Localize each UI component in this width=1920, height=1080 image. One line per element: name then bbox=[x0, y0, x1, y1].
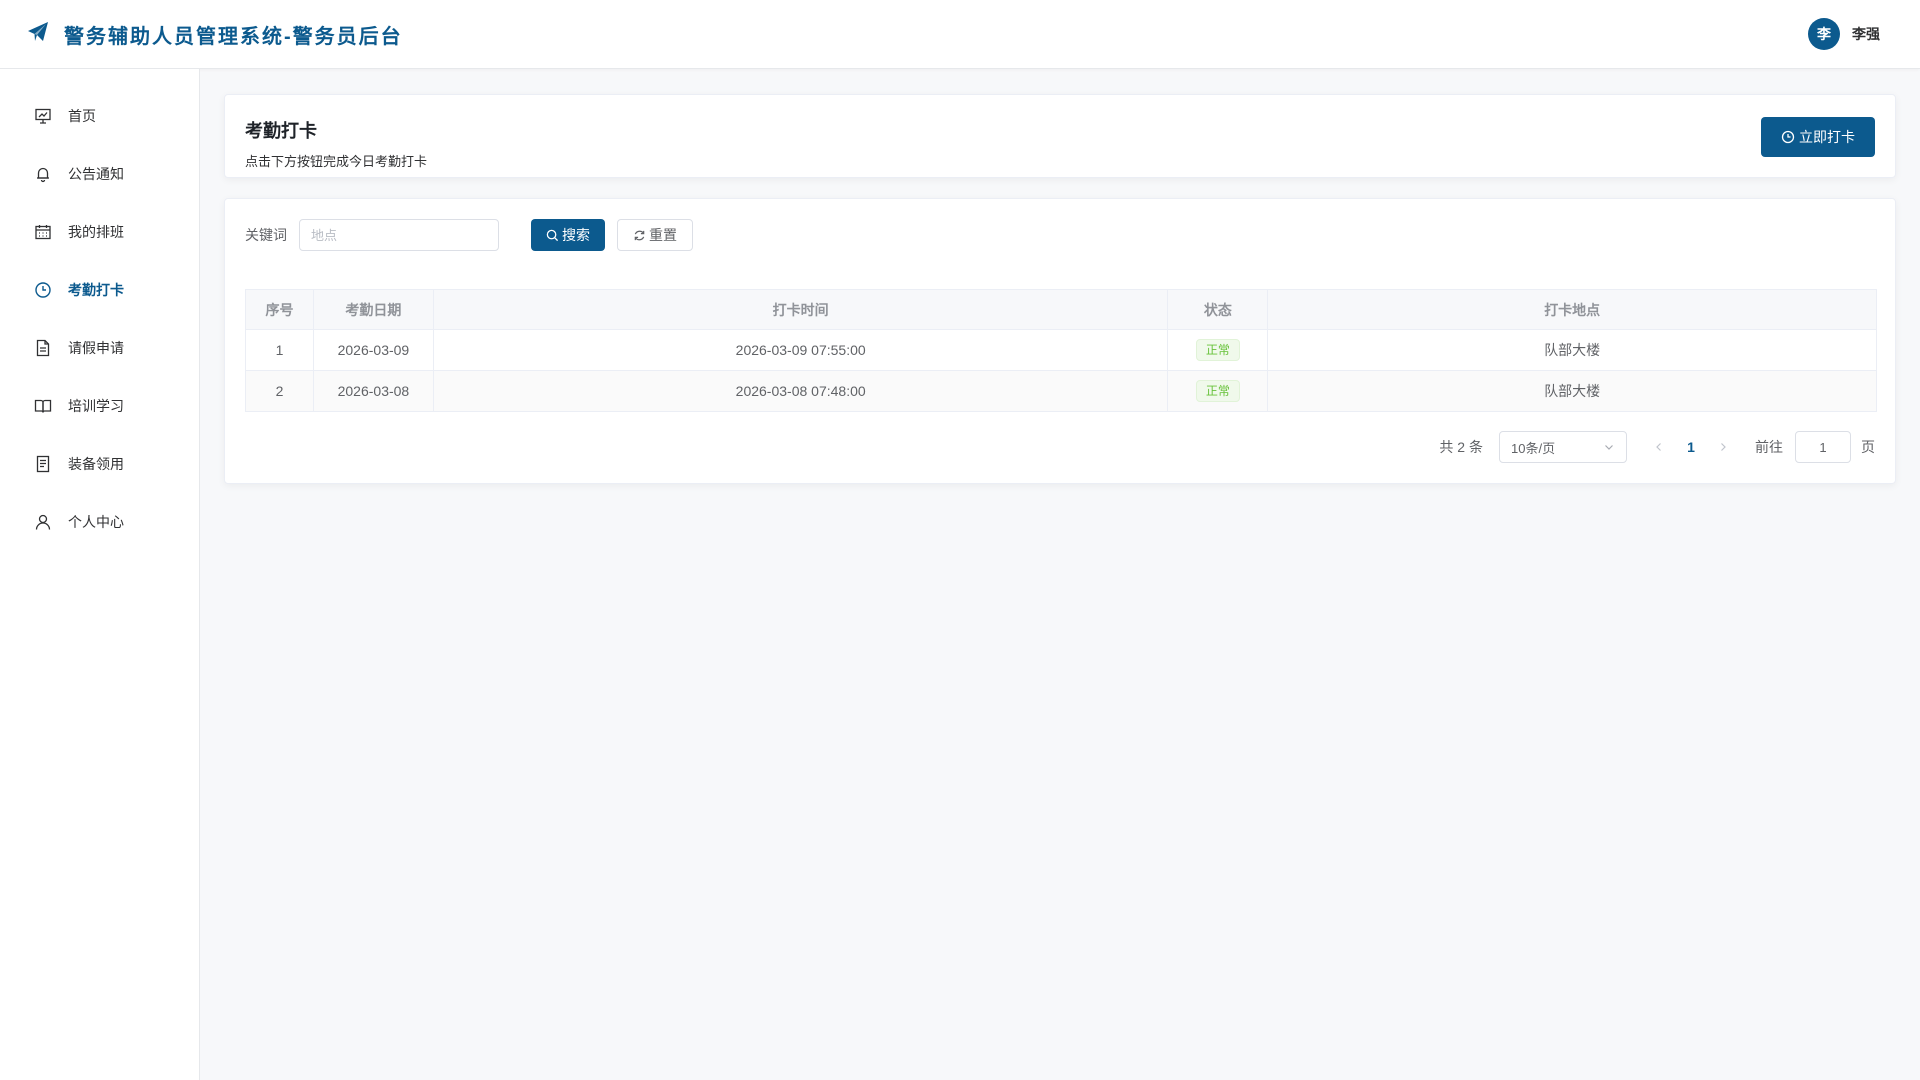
column-header-status: 状态 bbox=[1167, 289, 1269, 330]
page-subtitle: 点击下方按钮完成今日考勤打卡 bbox=[245, 154, 428, 169]
bell-icon bbox=[34, 165, 52, 183]
column-header-index: 序号 bbox=[245, 289, 314, 330]
sidebar-item-leave[interactable]: 请假申请 bbox=[0, 319, 199, 377]
brand: 警务辅助人员管理系统-警务员后台 bbox=[26, 20, 403, 49]
book-icon bbox=[34, 397, 52, 415]
sidebar-item-label: 公告通知 bbox=[68, 166, 124, 182]
clock-in-label: 立即打卡 bbox=[1799, 129, 1855, 145]
keyword-label: 关键词 bbox=[245, 227, 287, 243]
list-document-icon bbox=[34, 455, 52, 473]
sidebar-item-training[interactable]: 培训学习 bbox=[0, 377, 199, 435]
cell-time: 2026-03-08 07:48:00 bbox=[432, 370, 1169, 412]
paper-plane-icon bbox=[26, 20, 50, 49]
pagination: 共 2 条 10条/页 1 前往 页 bbox=[1439, 431, 1875, 463]
cell-status: 正常 bbox=[1167, 329, 1269, 371]
page-heading: 考勤打卡 点击下方按钮完成今日考勤打卡 bbox=[245, 117, 427, 170]
sidebar-item-home[interactable]: 首页 bbox=[0, 87, 199, 145]
user-menu[interactable]: 李 李强 bbox=[1808, 18, 1880, 50]
prev-page-button[interactable] bbox=[1643, 441, 1675, 453]
keyword-input[interactable] bbox=[299, 219, 499, 251]
goto-page-input[interactable] bbox=[1795, 431, 1851, 463]
chevron-left-icon bbox=[1653, 441, 1665, 453]
avatar[interactable]: 李 bbox=[1808, 18, 1840, 50]
sidebar-item-label: 考勤打卡 bbox=[68, 282, 124, 298]
attendance-table: 序号 考勤日期 打卡时间 状态 打卡地点 1 2026-03-09 2026-0… bbox=[245, 289, 1877, 412]
document-icon bbox=[34, 339, 52, 357]
page-title: 考勤打卡 bbox=[245, 121, 317, 141]
main-content: 考勤打卡 点击下方按钮完成今日考勤打卡 立即打卡 关键词 搜索 bbox=[224, 94, 1896, 484]
clock-icon bbox=[34, 281, 52, 299]
sidebar-item-label: 我的排班 bbox=[68, 224, 124, 240]
sidebar-item-label: 请假申请 bbox=[68, 340, 124, 356]
calendar-icon bbox=[34, 223, 52, 241]
sidebar-item-label: 培训学习 bbox=[68, 398, 124, 414]
table-header-row: 序号 考勤日期 打卡时间 状态 打卡地点 bbox=[245, 289, 1877, 330]
chevron-down-icon bbox=[1603, 441, 1615, 453]
sidebar-item-attendance[interactable]: 考勤打卡 bbox=[0, 261, 199, 319]
cell-time: 2026-03-09 07:55:00 bbox=[432, 329, 1169, 371]
cell-index: 2 bbox=[245, 370, 314, 412]
cell-date: 2026-03-09 bbox=[312, 329, 434, 371]
user-name[interactable]: 李强 bbox=[1852, 24, 1880, 44]
status-badge: 正常 bbox=[1195, 339, 1240, 361]
page-header-card: 考勤打卡 点击下方按钮完成今日考勤打卡 立即打卡 bbox=[224, 94, 1896, 178]
cell-location: 队部大楼 bbox=[1267, 370, 1877, 412]
column-header-time: 打卡时间 bbox=[432, 289, 1169, 330]
sidebar-item-notices[interactable]: 公告通知 bbox=[0, 145, 199, 203]
user-icon bbox=[34, 513, 52, 531]
cell-status: 正常 bbox=[1167, 370, 1269, 412]
clock-in-button[interactable]: 立即打卡 bbox=[1761, 117, 1875, 157]
table-row: 2 2026-03-08 2026-03-08 07:48:00 正常 队部大楼 bbox=[245, 370, 1877, 412]
pagination-total: 共 2 条 bbox=[1439, 439, 1483, 455]
page-size-value: 10条/页 bbox=[1511, 440, 1556, 456]
cell-date: 2026-03-08 bbox=[312, 370, 434, 412]
search-bar: 关键词 搜索 重置 bbox=[245, 219, 1875, 251]
search-button[interactable]: 搜索 bbox=[531, 219, 605, 251]
reset-button-label: 重置 bbox=[649, 227, 677, 243]
next-page-button[interactable] bbox=[1707, 441, 1739, 453]
sidebar-item-equipment[interactable]: 装备领用 bbox=[0, 435, 199, 493]
app-title: 警务辅助人员管理系统-警务员后台 bbox=[64, 25, 403, 48]
page-number-current[interactable]: 1 bbox=[1675, 439, 1707, 455]
column-header-date: 考勤日期 bbox=[312, 289, 434, 330]
top-header: 警务辅助人员管理系统-警务员后台 李 李强 bbox=[0, 0, 1920, 69]
page-suffix-label: 页 bbox=[1861, 439, 1875, 455]
sidebar-item-label: 个人中心 bbox=[68, 514, 124, 530]
search-button-label: 搜索 bbox=[562, 227, 590, 243]
chevron-right-icon bbox=[1717, 441, 1729, 453]
attendance-list-card: 关键词 搜索 重置 bbox=[224, 198, 1896, 484]
column-header-location: 打卡地点 bbox=[1267, 289, 1877, 330]
sidebar-item-label: 装备领用 bbox=[68, 456, 124, 472]
sidebar-item-schedule[interactable]: 我的排班 bbox=[0, 203, 199, 261]
sidebar: 首页 公告通知 我的排班 考勤打卡 请假申请 培训学习 装备领用 个人中心 bbox=[0, 69, 200, 1080]
refresh-icon bbox=[633, 229, 646, 242]
page-size-select[interactable]: 10条/页 bbox=[1499, 431, 1627, 463]
presentation-icon bbox=[34, 107, 52, 125]
search-icon bbox=[546, 229, 559, 242]
sidebar-item-label: 首页 bbox=[68, 108, 96, 124]
status-badge: 正常 bbox=[1195, 380, 1240, 402]
sidebar-item-profile[interactable]: 个人中心 bbox=[0, 493, 199, 551]
reset-button[interactable]: 重置 bbox=[617, 219, 693, 251]
cell-index: 1 bbox=[245, 329, 314, 371]
cell-location: 队部大楼 bbox=[1267, 329, 1877, 371]
goto-label: 前往 bbox=[1755, 439, 1783, 455]
clock-icon bbox=[1781, 130, 1795, 144]
table-row: 1 2026-03-09 2026-03-09 07:55:00 正常 队部大楼 bbox=[245, 329, 1877, 371]
